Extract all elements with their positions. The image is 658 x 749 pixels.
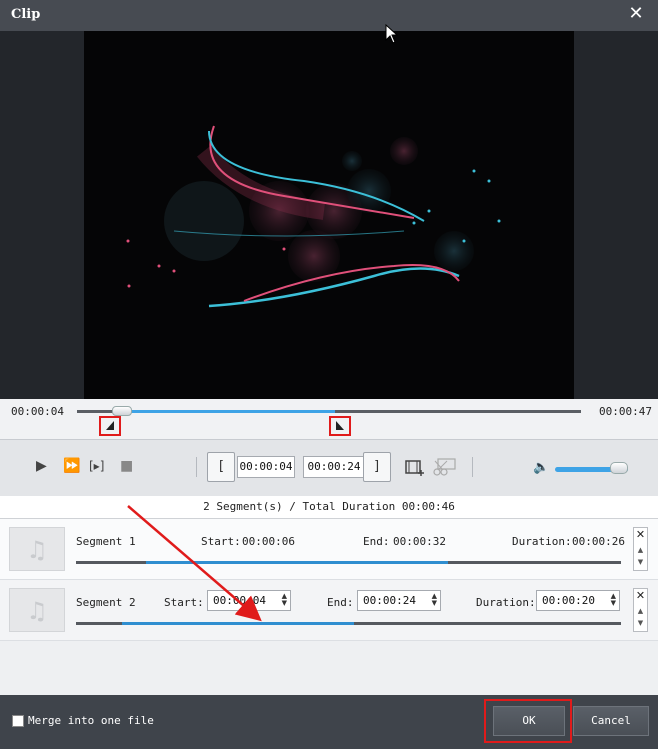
current-time: 00:00:04 [11,405,64,418]
segment-duration: 00:00:20 [542,594,595,607]
segment-end-label: End: [363,535,390,548]
scissors-icon[interactable] [433,457,457,477]
segment-range [146,561,448,564]
segment-progress [76,561,621,564]
merge-label: Merge into one file [28,714,154,727]
segment-duration: 00:00:26 [572,535,625,548]
move-down-icon[interactable]: ▼ [634,619,647,627]
end-time-field[interactable]: 00:00:24 [303,456,365,478]
window-title: Clip [11,7,41,22]
move-up-icon[interactable]: ▲ [634,607,647,615]
timeline-selection [123,410,335,413]
title-bar: Clip ✕ [0,0,658,31]
segment-actions: ✕ ▲ ▼ [633,588,648,632]
cancel-button[interactable]: Cancel [573,706,649,736]
fast-forward-icon[interactable]: ⏩ [63,458,80,474]
segment-end-input[interactable]: 00:00:24 ▲ ▼ [357,590,441,611]
stop-icon[interactable]: ■ [120,458,133,474]
play-icon[interactable]: ▶ [36,458,47,474]
segment-row[interactable]: ♫ Segment 1 Start: 00:00:06 End: 00:00:3… [0,519,658,580]
segment-name: Segment 1 [76,535,136,548]
segment-duration-label: Duration: [512,535,572,548]
segment-progress [76,622,621,625]
divider [472,457,473,477]
segment-list: ♫ Segment 1 Start: 00:00:06 End: 00:00:3… [0,519,658,695]
add-segment-icon[interactable] [405,457,425,477]
segment-range [122,622,354,625]
segment-start-label: Start: [201,535,241,548]
timeline: 00:00:04 00:00:47 [0,399,658,439]
volume-icon[interactable]: 🔈 [533,460,549,475]
set-end-button[interactable]: ] [363,452,391,482]
segment-end: 00:00:24 [363,594,416,607]
playback-controls: ▶ ⏩ [▸] ■ [ 00:00:04 00:00:24 ] 🔈 [0,439,658,497]
move-up-icon[interactable]: ▲ [634,546,647,554]
segment-start: 00:00:06 [242,535,295,548]
close-icon[interactable]: ✕ [628,5,644,23]
segments-summary: 2 Segment(s) / Total Duration 00:00:46 [0,496,658,519]
segment-start: 00:00:04 [213,594,266,607]
segment-start-input[interactable]: 00:00:04 ▲ ▼ [207,590,291,611]
start-marker[interactable] [99,416,121,436]
video-frame-art [126,125,501,308]
move-down-icon[interactable]: ▼ [634,558,647,566]
segment-actions: ✕ ▲ ▼ [633,527,648,571]
clip-window: Clip ✕ 00:00:04 00:00:47 ▶ ⏩ [▸] ■ [00:… [0,0,658,749]
timeline-track[interactable] [77,410,581,413]
segment-duration-label: Duration: [476,596,536,609]
segment-end-label: End: [327,596,354,609]
next-frame-icon[interactable]: [▸] [89,459,104,473]
set-start-button[interactable]: [ [207,452,235,482]
segment-duration-input[interactable]: 00:00:20 ▲ ▼ [536,590,620,611]
segment-name: Segment 2 [76,596,136,609]
spinner-arrows-icon[interactable]: ▲ ▼ [611,593,616,607]
merge-checkbox[interactable] [12,715,24,727]
start-time-field[interactable]: 00:00:04 [237,456,295,478]
divider [196,457,197,477]
timeline-playhead[interactable] [112,406,132,416]
remove-segment-icon[interactable]: ✕ [634,528,647,542]
spinner-arrows-icon[interactable]: ▲ ▼ [282,593,287,607]
segment-end: 00:00:32 [393,535,446,548]
segment-row[interactable]: ♫ Segment 2 Start: 00:00:04 ▲ ▼ End: 00:0… [0,580,658,641]
end-time: 00:00:47 [599,405,652,418]
end-marker[interactable] [329,416,351,436]
mouse-cursor-icon [385,24,399,44]
footer: Merge into one file OK Cancel [0,695,658,749]
music-note-icon: ♫ [9,527,65,571]
remove-segment-icon[interactable]: ✕ [634,589,647,603]
segment-start-label: Start: [164,596,204,609]
spinner-arrows-icon[interactable]: ▲ ▼ [432,593,437,607]
video-preview [84,31,574,399]
music-note-icon: ♫ [9,588,65,632]
ok-button[interactable]: OK [493,706,565,736]
volume-thumb[interactable] [610,462,628,474]
